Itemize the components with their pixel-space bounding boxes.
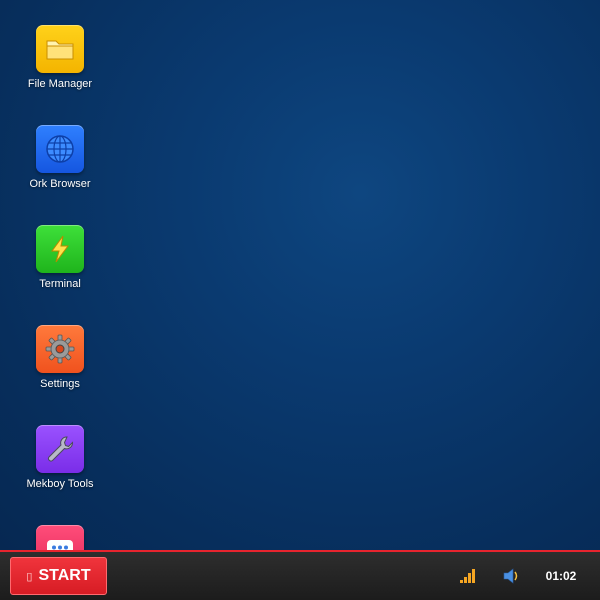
desktop-icon-file-manager[interactable]: File Manager (10, 25, 110, 115)
chat-icon (36, 525, 84, 550)
desktop-icon-label: Terminal (39, 278, 81, 290)
clock[interactable]: 01:02 (537, 569, 585, 583)
desktop-icon-ork-browser[interactable]: Ork Browser (10, 125, 110, 215)
desktop-icon-terminal[interactable]: Terminal (10, 225, 110, 315)
desktop-icon-settings[interactable]: Settings (10, 325, 110, 415)
speaker-icon[interactable] (502, 568, 520, 584)
start-glyph: ▯ (26, 570, 33, 583)
desktop-icon-label: File Manager (27, 78, 93, 90)
desktop-icon-mekboy-tools[interactable]: Mekboy Tools (10, 425, 110, 515)
taskbar: ▯ START 01:02 (0, 550, 600, 600)
wrench-icon (36, 425, 84, 473)
signal-bars-icon[interactable] (459, 568, 477, 584)
desktop-icon-label: Mekboy Tools (26, 478, 94, 490)
desktop-icon-chat[interactable] (10, 525, 110, 550)
globe-icon (36, 125, 84, 173)
desktop-icon-label: Ork Browser (29, 178, 91, 190)
desktop: File Manager Ork Browser Terminal Settin… (0, 0, 600, 550)
desktop-icon-label: Settings (40, 378, 80, 390)
gear-icon (36, 325, 84, 373)
lightning-icon (36, 225, 84, 273)
start-label: START (38, 567, 91, 584)
folder-icon (36, 25, 84, 73)
start-button[interactable]: ▯ START (10, 557, 107, 595)
